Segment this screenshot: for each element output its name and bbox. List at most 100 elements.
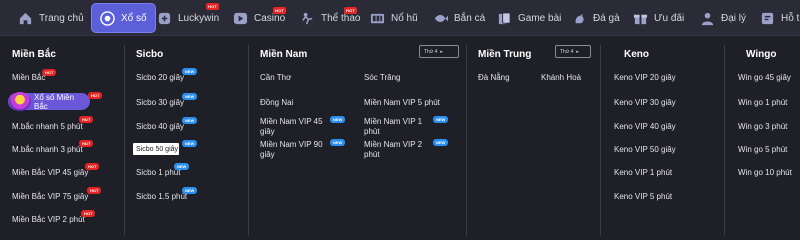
- nav-xoso-label: Xổ số: [121, 12, 147, 24]
- link-sicbo-30[interactable]: Sicbo 30 giây: [136, 98, 184, 108]
- link-sicbo-40[interactable]: Sicbo 40 giây: [136, 122, 184, 132]
- link-mienbac[interactable]: Miền Bắc: [12, 73, 45, 83]
- new-badge: NEW: [182, 140, 198, 147]
- link-mbac-vip75[interactable]: Miền Bắc VIP 75 giây: [12, 192, 88, 202]
- new-badge: NEW: [433, 116, 449, 123]
- nav-daga-label: Đá gà: [593, 12, 620, 24]
- nav-hotro[interactable]: Hỗ trợ: [760, 0, 800, 36]
- caret-icon: ▸: [440, 48, 443, 55]
- col-mienbac: Miền Bắc Miền Bắc HOT Xổ số Miền Bắc HOT…: [0, 37, 124, 236]
- lottery-logo-icon: [9, 92, 31, 111]
- link-mbac-vip45[interactable]: Miền Bắc VIP 45 giây: [12, 168, 88, 178]
- link-wingo-1[interactable]: Win go 1 phút: [738, 98, 787, 108]
- nav-home[interactable]: Trang chủ: [18, 0, 84, 36]
- mienbac-title: Miền Bắc: [12, 49, 56, 60]
- miennam-day-select[interactable]: Thứ 4 ▸: [419, 45, 459, 58]
- wingo-title: Wingo: [746, 49, 777, 60]
- link-wingo-10[interactable]: Win go 10 phút: [738, 168, 792, 178]
- hot-badge: HOT: [88, 92, 103, 99]
- link-keno-30[interactable]: Keno VIP 30 giây: [614, 98, 676, 108]
- link-keno-20[interactable]: Keno VIP 20 giây: [614, 73, 676, 83]
- new-badge: NEW: [174, 163, 190, 170]
- link-mnam-vip2[interactable]: Miền Nam VIP 2 phút: [364, 140, 432, 160]
- link-sicbo-1[interactable]: Sicbo 1 phút: [136, 168, 180, 178]
- link-khanhhoa[interactable]: Khánh Hoà: [541, 73, 581, 83]
- link-keno-40[interactable]: Keno VIP 40 giây: [614, 122, 676, 132]
- nav-casino-label: Casino: [254, 12, 286, 24]
- link-keno-5[interactable]: Keno VIP 5 phút: [614, 192, 672, 202]
- nav-thethao-label: Thể thao: [321, 12, 361, 24]
- nav-nohu[interactable]: Nổ hũ: [370, 0, 418, 36]
- link-soctrang[interactable]: Sóc Trăng: [364, 73, 400, 83]
- nav-daily-label: Đại lý: [721, 12, 747, 24]
- top-nav: Trang chủ Xổ số Luckywin HOT Casino HOT …: [0, 0, 800, 36]
- nav-luckywin[interactable]: Luckywin HOT: [157, 0, 219, 36]
- new-badge: NEW: [182, 68, 198, 75]
- nav-nohu-label: Nổ hũ: [391, 12, 418, 24]
- hot-badge: HOT: [79, 116, 94, 123]
- support-icon: [761, 12, 774, 24]
- hot-badge: HOT: [87, 187, 102, 194]
- nav-luckywin-label: Luckywin: [178, 12, 220, 24]
- nav-daily[interactable]: Đại lý: [700, 0, 746, 36]
- lottery-ball-icon: [100, 10, 115, 26]
- link-sicbo-1-5[interactable]: Sicbo 1.5 phút: [136, 192, 187, 202]
- cards-icon: [498, 11, 511, 24]
- caret-icon: ▸: [576, 48, 579, 55]
- link-mnam-vip45[interactable]: Miền Nam VIP 45 giây: [260, 117, 328, 137]
- sicbo-title: Sicbo: [136, 49, 164, 60]
- col-miennam: Miền Nam Thứ 4 ▸ Cần Thơ Đồng Nai Miền N…: [248, 37, 466, 236]
- col-wingo: Wingo Win go 45 giây Win go 1 phút Win g…: [724, 37, 800, 236]
- link-sicbo-50-hover[interactable]: Sicbo 50 giây: [133, 143, 179, 155]
- lottery-dropdown: Miền Bắc Miền Bắc HOT Xổ số Miền Bắc HOT…: [0, 37, 800, 236]
- link-keno-50[interactable]: Keno VIP 50 giây: [614, 145, 676, 155]
- link-sicbo-20[interactable]: Sicbo 20 giây: [136, 73, 184, 83]
- fish-icon: [434, 14, 448, 22]
- sports-icon: [302, 12, 313, 24]
- nav-home-label: Trang chủ: [39, 12, 84, 24]
- mientrung-title: Miền Trung: [478, 49, 532, 60]
- new-badge: NEW: [182, 93, 198, 100]
- hot-badge: HOT: [81, 210, 96, 217]
- link-dongnai[interactable]: Đồng Nai: [260, 98, 293, 108]
- nav-gamebai[interactable]: Game bài: [497, 0, 561, 36]
- link-wingo-5[interactable]: Win go 5 phút: [738, 145, 787, 155]
- day-select-label: Thứ 4: [424, 48, 438, 55]
- link-danang[interactable]: Đà Nẵng: [478, 73, 510, 83]
- link-cantho[interactable]: Cần Thơ: [260, 73, 291, 83]
- mientrung-day-select[interactable]: Thứ 4 ▸: [555, 45, 591, 58]
- xoso-mienbac-pill[interactable]: Xổ số Miền Bắc: [8, 92, 90, 111]
- luckywin-icon: [158, 12, 171, 24]
- hot-badge: HOT: [273, 7, 287, 14]
- link-mnam-vip5[interactable]: Miền Nam VIP 5 phút: [364, 98, 440, 108]
- rooster-icon: [575, 13, 584, 23]
- new-badge: NEW: [433, 139, 449, 146]
- nav-uudai[interactable]: Ưu đãi: [633, 0, 684, 36]
- day-select-label: Thứ 4: [560, 48, 574, 55]
- hot-badge: HOT: [85, 163, 100, 170]
- gift-icon: [633, 14, 648, 24]
- hot-badge: HOT: [206, 3, 220, 10]
- nav-casino[interactable]: Casino HOT: [233, 0, 287, 36]
- nav-gamebai-label: Game bài: [518, 12, 562, 24]
- nav-uudai-label: Ưu đãi: [654, 12, 685, 24]
- hot-badge: HOT: [42, 69, 57, 76]
- nav-xoso[interactable]: Xổ số: [91, 3, 156, 33]
- nav-daga[interactable]: Đá gà: [572, 0, 620, 36]
- nav-banca[interactable]: Bắn cá: [433, 0, 485, 36]
- link-wingo-45[interactable]: Win go 45 giây: [738, 73, 791, 83]
- link-mnam-vip1[interactable]: Miền Nam VIP 1 phút: [364, 117, 432, 137]
- link-mbac-5[interactable]: M.bắc nhanh 5 phút: [12, 122, 83, 132]
- col-sicbo: Sicbo Sicbo 20 giây NEW Sicbo 30 giây NE…: [124, 37, 248, 236]
- link-mbac-3[interactable]: M.bắc nhanh 3 phút: [12, 145, 83, 155]
- keno-title: Keno: [624, 49, 649, 60]
- col-keno: Keno Keno VIP 20 giây Keno VIP 30 giây K…: [600, 37, 724, 236]
- link-wingo-3[interactable]: Win go 3 phút: [738, 122, 787, 132]
- link-mnam-vip90[interactable]: Miền Nam VIP 90 giây: [260, 140, 328, 160]
- nav-hotro-label: Hỗ trợ: [781, 12, 800, 24]
- new-badge: NEW: [330, 116, 346, 123]
- link-keno-1[interactable]: Keno VIP 1 phút: [614, 168, 672, 178]
- nav-thethao[interactable]: Thể thao HOT: [300, 0, 360, 36]
- link-mbac-vip2[interactable]: Miền Bắc VIP 2 phút: [12, 215, 85, 225]
- hot-badge: HOT: [79, 140, 94, 147]
